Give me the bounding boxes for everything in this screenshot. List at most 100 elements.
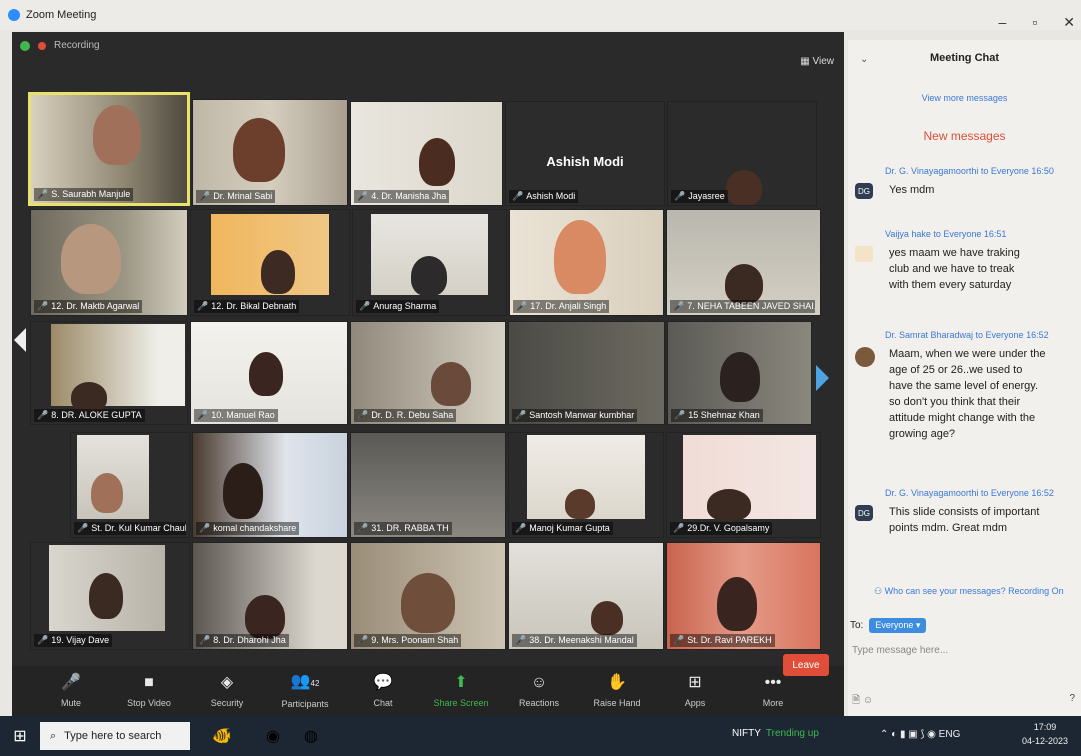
video-tile[interactable]: 🎤 Santosh Manwar kumbhar [508, 321, 665, 425]
participant-image [91, 473, 123, 513]
reactions-label: Reactions [518, 698, 560, 708]
participant-name: 🎤 Dr. Mrinal Sabi [196, 190, 276, 203]
video-tile[interactable]: 🎤 Dr. Mrinal Sabi [192, 99, 348, 206]
system-tray[interactable]: ⌃ ◐ ▮ ▣ ⟆ ◉ ENG [880, 729, 960, 740]
mute-button[interactable]: 🎤 Mute [32, 674, 110, 708]
video-tile[interactable]: 🎤 12. Dr. Bikal Debnath [190, 209, 350, 316]
more-label: More [762, 698, 784, 708]
muted-mic-icon: 🎤 [359, 301, 371, 311]
view-more-messages-link[interactable]: View more messages [848, 93, 1081, 103]
leave-button[interactable]: Leave [783, 654, 829, 676]
video-tile[interactable]: 🎤 9. Mrs. Poonam Shah [350, 542, 506, 650]
participant-image [707, 489, 751, 521]
chat-message: Vaijya hake to Everyone 16:51 yes maam w… [852, 229, 1080, 293]
to-label: To: [850, 620, 864, 631]
video-tile[interactable]: 🎤 Manoj Kumar Gupta [508, 432, 664, 538]
chat-message-input[interactable]: Type message here... [852, 645, 1072, 656]
stop-video-button[interactable]: ■ Stop Video [110, 674, 188, 708]
taskbar-clock[interactable]: 17:09 04-12-2023 [1022, 720, 1068, 748]
previous-page-arrow-icon[interactable] [14, 328, 26, 352]
muted-mic-icon: 🎤 [197, 301, 209, 311]
share-screen-icon: ⬆ [454, 674, 468, 691]
participants-icon: 👥42 [290, 673, 320, 690]
chat-button[interactable]: 💬 Chat [344, 674, 422, 708]
security-button[interactable]: ◈ Security [188, 674, 266, 708]
muted-mic-icon: 🎤 [674, 410, 686, 420]
avatar [855, 246, 873, 262]
participant-name: 🎤 Dr. D. R. Debu Saha [354, 409, 457, 422]
recording-label: Recording [54, 40, 100, 51]
participant-image [93, 105, 141, 165]
widget-icon[interactable]: 🐠 [190, 726, 254, 746]
participant-image [720, 352, 760, 402]
avatar: DG [855, 505, 873, 521]
security-label: Security [210, 698, 244, 708]
windows-taskbar: ⊞ ⌕ Type here to search 🐠 ◉ ◍ NIFTY Trend… [0, 716, 1081, 756]
message-sender: Dr. G. Vinayagamoorthi to Everyone 16:52 [885, 488, 1054, 498]
video-tile[interactable]: 🎤 Jayasree [667, 101, 817, 206]
new-messages-label[interactable]: New messages [848, 129, 1081, 143]
muted-mic-icon: 🎤 [673, 635, 685, 645]
participant-name: 🎤 S. Saurabh Manjule [34, 188, 134, 201]
video-tile[interactable]: 🎤 17. Dr. Anjali Singh [509, 209, 664, 316]
video-tile[interactable]: 🎤 S. Saurabh Manjule [28, 92, 190, 206]
apps-button[interactable]: ⊞ Apps [656, 674, 734, 708]
participant-image [249, 352, 283, 396]
reactions-button[interactable]: ☺ Reactions [500, 674, 578, 708]
recipient-dropdown[interactable]: Everyone ▾ [869, 618, 927, 633]
chat-message: Dr. Samrat Bharadwaj to Everyone 16:52 M… [852, 330, 1080, 442]
avatar [855, 347, 875, 367]
video-tile[interactable]: 🎤 4. Dr. Manisha Jha [350, 101, 503, 206]
video-tile[interactable]: 🎤 7. NEHA TABEEN JAVED SHAI... [666, 209, 821, 316]
stock-ticker[interactable]: NIFTY Trending up [732, 728, 819, 739]
video-tile[interactable]: 🎤 8. DR. ALOKE GUPTA [30, 321, 188, 425]
muted-mic-icon: 🎤 [37, 301, 49, 311]
video-tile[interactable]: 🎤 komal chandakshare [192, 432, 348, 538]
video-tile[interactable]: 🎤 12. Dr. Maktb Agarwal [30, 209, 188, 316]
minimize-button[interactable]: – [999, 14, 1007, 31]
windows-start-icon[interactable]: ⊞ [0, 726, 40, 746]
close-button[interactable]: ✕ [1063, 14, 1075, 31]
maximize-button[interactable]: ▫ [1032, 14, 1037, 31]
muted-mic-icon: 🎤 [37, 635, 49, 645]
video-tile[interactable]: 🎤 St. Dr. Ravi PAREKH [666, 542, 821, 650]
video-tile[interactable]: 🎤 8. Dr. Dharohi Jha [192, 542, 348, 650]
view-button[interactable]: ▦ View [800, 56, 834, 67]
video-tile[interactable]: 🎤 Anurag Sharma [352, 209, 507, 316]
chat-message: Dr. G. Vinayagamoorthi to Everyone 16:50… [852, 166, 1080, 199]
more-button[interactable]: ••• More [734, 674, 812, 708]
video-tile[interactable]: 🎤 31. DR. RABBA TH [350, 432, 506, 538]
participant-name: 🎤 29.Dr. V. Gopalsamy [670, 522, 773, 535]
chrome-icon[interactable]: ◉ [254, 726, 292, 746]
video-tile[interactable]: 🎤 19. Vijay Dave [30, 542, 190, 650]
muted-mic-icon: 🎤 [77, 523, 89, 533]
video-tile[interactable]: 🎤 38. Dr. Meenakshi Mandal [508, 542, 664, 650]
video-tile[interactable]: 🎤 15 Shehnaz Khan [667, 321, 812, 425]
zoom-taskbar-icon[interactable]: ◍ [292, 726, 330, 746]
recording-indicator: Recording [20, 40, 100, 51]
next-page-arrow-icon[interactable] [816, 365, 829, 391]
emoji-and-file-icons[interactable]: 🗎 ☺ [852, 693, 873, 710]
video-tile[interactable]: 🎤 Dr. D. R. Debu Saha [350, 321, 506, 425]
video-tile[interactable]: 🎤 10. Manuel Rao [190, 321, 348, 425]
participant-name: 🎤 St. Dr. Ravi PAREKH [670, 634, 775, 647]
video-tile[interactable]: 🎤St. Dr. Kul Kumar Chauh... [70, 432, 190, 538]
taskbar-search[interactable]: ⌕ Type here to search [40, 722, 190, 750]
participants-button[interactable]: 👥42 Participants [266, 673, 344, 709]
more-dots-icon: ••• [764, 674, 782, 691]
participant-image [726, 170, 762, 205]
video-tile[interactable]: 🎤 29.Dr. V. Gopalsamy [666, 432, 821, 538]
muted-mic-icon: 🎤 [512, 191, 524, 201]
participant-image [554, 220, 606, 294]
muted-mic-icon: 🎤 [37, 410, 49, 420]
window-controls: – ▫ ✕ [999, 14, 1076, 31]
share-screen-button[interactable]: ⬆ Share Screen [422, 674, 500, 708]
muted-mic-icon: 🎤 [515, 635, 527, 645]
muted-mic-icon: 🎤 [357, 635, 369, 645]
chat-bubble-icon: 💬 [373, 674, 393, 691]
participant-image [725, 264, 763, 304]
message-privacy-link[interactable]: ⚇ Who can see your messages? Recording O… [874, 586, 1064, 597]
raise-hand-button[interactable]: ✋ Raise Hand [578, 674, 656, 708]
video-tile-featured[interactable]: Ashish Modi 🎤 Ashish Modi [505, 101, 665, 206]
help-icon[interactable]: ? [1069, 693, 1075, 704]
